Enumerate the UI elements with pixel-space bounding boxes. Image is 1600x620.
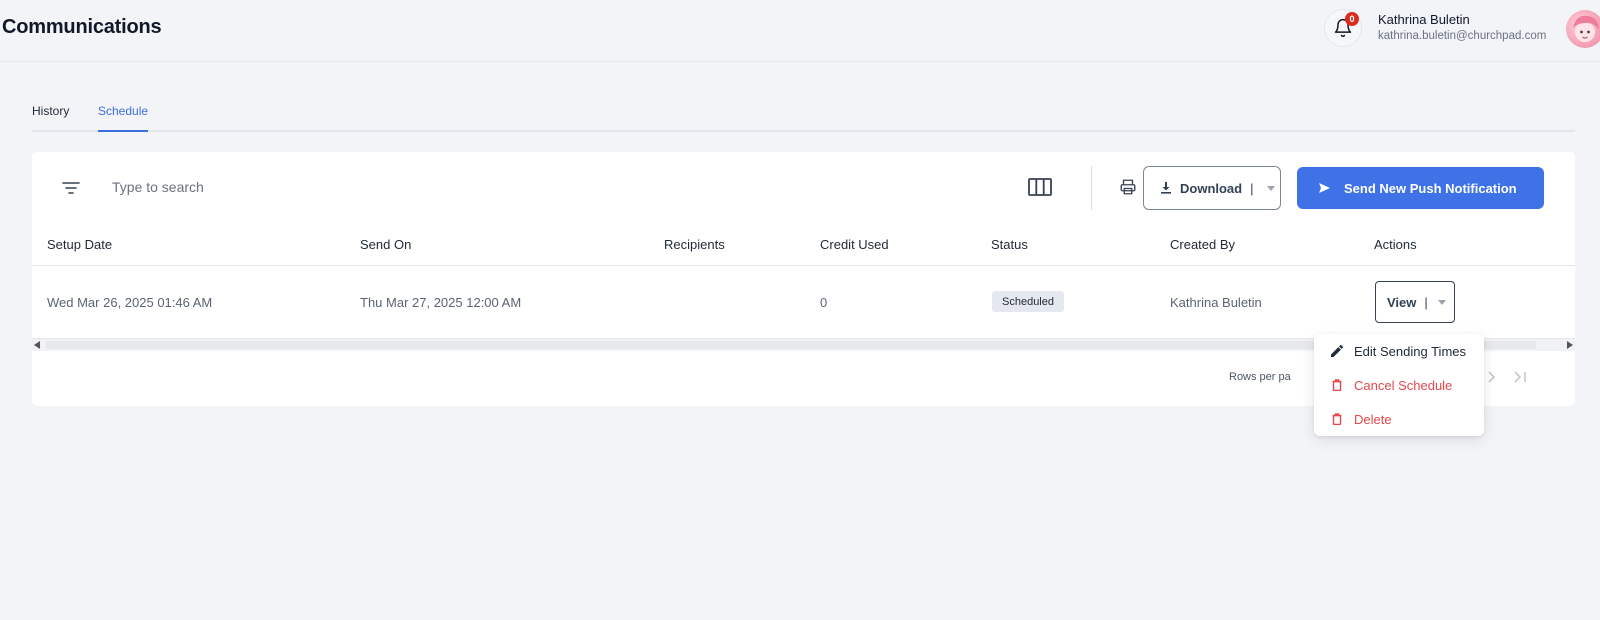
next-page-button[interactable] (1484, 369, 1500, 385)
cell-credit-used: 0 (820, 295, 828, 310)
column-header-credit-used[interactable]: Credit Used (820, 237, 889, 252)
send-button-label: Send New Push Notification (1344, 180, 1517, 196)
chevron-down-icon[interactable] (1437, 299, 1446, 305)
table-header: Setup Date Send On Recipients Credit Use… (32, 224, 1575, 266)
pencil-icon (1330, 345, 1344, 357)
scroll-left-arrow-icon[interactable] (34, 341, 40, 349)
page-title: Communications (2, 16, 162, 38)
download-button[interactable]: Download | (1143, 166, 1281, 210)
scroll-right-arrow-icon[interactable] (1567, 341, 1573, 349)
menu-item-label: Delete (1354, 411, 1392, 427)
menu-item-cancel-schedule[interactable]: Cancel Schedule (1330, 375, 1452, 395)
cell-created-by: Kathrina Buletin (1170, 295, 1262, 310)
view-separator: | (1424, 294, 1428, 310)
view-label: View (1387, 294, 1417, 310)
tab-history[interactable]: History (32, 104, 69, 132)
user-name: Kathrina Buletin (1378, 12, 1470, 27)
notification-count-badge: 0 (1345, 12, 1359, 26)
column-header-status[interactable]: Status (991, 237, 1028, 252)
column-header-actions: Actions (1374, 237, 1417, 252)
send-new-push-notification-button[interactable]: Send New Push Notification (1297, 167, 1544, 209)
cell-send-on: Thu Mar 27, 2025 12:00 AM (360, 295, 522, 310)
download-icon (1160, 182, 1172, 194)
print-button[interactable] (1117, 176, 1139, 198)
toolbar-divider (1091, 166, 1092, 210)
column-header-setup-date[interactable]: Setup Date (47, 237, 112, 252)
download-label: Download (1180, 180, 1243, 196)
notifications-button[interactable]: 0 (1324, 9, 1362, 47)
rows-per-page-label: Rows per pa (1229, 371, 1291, 383)
column-header-send-on[interactable]: Send On (360, 237, 411, 252)
menu-item-edit-sending-times[interactable]: Edit Sending Times (1330, 341, 1466, 361)
printer-icon (1119, 178, 1137, 196)
user-email: kathrina.buletin@churchpad.com (1378, 30, 1547, 42)
row-actions-menu: Edit Sending Times Cancel Schedule Delet… (1314, 334, 1484, 436)
chevron-right-icon (1488, 371, 1496, 383)
search-input[interactable] (112, 172, 512, 202)
cell-setup-date: Wed Mar 26, 2025 01:46 AM (47, 295, 213, 310)
view-button[interactable]: View | (1375, 281, 1455, 323)
columns-button[interactable] (1026, 174, 1054, 200)
tab-bar: History Schedule (32, 96, 1575, 132)
download-separator: | (1250, 180, 1254, 196)
column-header-recipients[interactable]: Recipients (664, 237, 725, 252)
filter-button[interactable] (59, 176, 83, 200)
last-page-icon (1513, 371, 1527, 383)
menu-item-label: Cancel Schedule (1354, 377, 1453, 393)
menu-item-delete[interactable]: Delete (1330, 409, 1392, 429)
scrollbar-thumb[interactable] (46, 341, 1536, 349)
status-badge: Scheduled (992, 291, 1064, 312)
table-row: Wed Mar 26, 2025 01:46 AM Thu Mar 27, 20… (32, 266, 1575, 338)
column-header-created-by[interactable]: Created By (1170, 237, 1235, 252)
menu-item-label: Edit Sending Times (1354, 343, 1467, 359)
top-bar: Communications 0 Kathrina Buletin kathri… (0, 0, 1600, 62)
avatar[interactable] (1566, 10, 1600, 48)
chevron-down-icon[interactable] (1266, 185, 1275, 191)
filter-icon (62, 181, 80, 195)
columns-icon (1028, 178, 1052, 196)
last-page-button[interactable] (1512, 369, 1528, 385)
trash-icon (1330, 413, 1344, 425)
trash-icon (1330, 379, 1344, 391)
tab-schedule[interactable]: Schedule (98, 104, 148, 132)
avatar-illustration-icon (1573, 15, 1599, 42)
send-icon (1319, 183, 1330, 193)
